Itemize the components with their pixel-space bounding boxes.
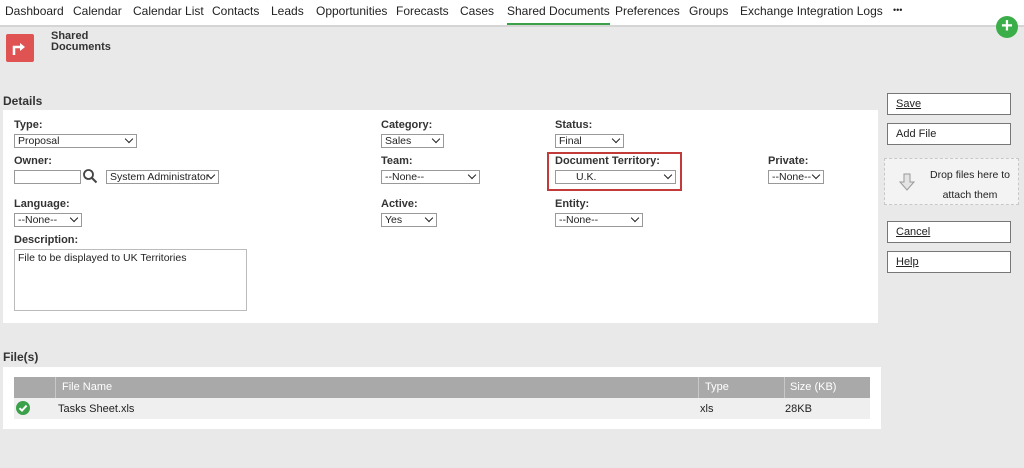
chevron-down-icon	[424, 214, 434, 223]
entity-value: --None--	[559, 214, 599, 226]
category-value: Sales	[385, 135, 412, 147]
private-label: Private:	[768, 155, 809, 167]
owner-input[interactable]	[14, 170, 81, 184]
type-label: Type:	[14, 119, 43, 131]
category-select[interactable]: Sales	[381, 134, 444, 148]
files-table-header: File Name Type Size (KB)	[14, 377, 870, 398]
file-name-cell[interactable]: Tasks Sheet.xls	[58, 403, 134, 415]
chevron-down-icon	[467, 171, 477, 180]
language-value: --None--	[18, 214, 58, 226]
top-navigation: Dashboard Calendar Calendar List Contact…	[0, 0, 1024, 27]
file-type-cell: xls	[700, 403, 714, 415]
add-new-button[interactable]: +	[996, 16, 1018, 38]
team-select[interactable]: --None--	[381, 170, 480, 184]
chevron-down-icon	[630, 214, 640, 223]
entity-select[interactable]: --None--	[555, 213, 643, 227]
language-label: Language:	[14, 198, 70, 210]
nav-calendar-list[interactable]: Calendar List	[133, 4, 204, 18]
owner-user-value: System Administrator	[110, 171, 210, 183]
chevron-down-icon	[811, 171, 821, 180]
column-header-file-name[interactable]: File Name	[62, 381, 112, 393]
active-select[interactable]: Yes	[381, 213, 437, 227]
chevron-down-icon	[124, 135, 134, 144]
entity-label: Entity:	[555, 198, 590, 210]
column-divider	[55, 377, 56, 398]
active-value: Yes	[385, 214, 403, 226]
document-territory-label: Document Territory:	[555, 155, 660, 167]
save-button-label: Save	[896, 98, 922, 110]
cancel-button[interactable]: Cancel	[887, 221, 1011, 243]
team-label: Team:	[381, 155, 413, 167]
nav-groups[interactable]: Groups	[689, 4, 728, 18]
owner-label: Owner:	[14, 155, 52, 167]
nav-opportunities[interactable]: Opportunities	[316, 4, 387, 18]
nav-cases[interactable]: Cases	[460, 4, 494, 18]
chevron-down-icon	[663, 171, 673, 180]
chevron-down-icon	[611, 135, 621, 144]
help-button[interactable]: Help	[887, 251, 1011, 273]
description-label: Description:	[14, 234, 79, 246]
nav-shared-documents[interactable]: Shared Documents	[507, 4, 610, 25]
document-territory-select[interactable]: U.K.	[555, 170, 676, 184]
document-territory-value: U.K.	[576, 171, 597, 183]
file-size-cell: 28KB	[785, 403, 812, 415]
search-icon[interactable]	[82, 168, 98, 184]
nav-forecasts[interactable]: Forecasts	[396, 4, 449, 18]
nav-leads[interactable]: Leads	[271, 4, 304, 18]
column-divider	[784, 377, 785, 398]
chevron-down-icon	[431, 135, 441, 144]
nav-exchange-integration-logs[interactable]: Exchange Integration Logs	[740, 4, 883, 18]
drop-zone-text-line1: Drop files here to	[930, 169, 1010, 181]
category-label: Category:	[381, 119, 433, 131]
active-label: Active:	[381, 198, 418, 210]
description-textarea[interactable]: File to be displayed to UK Territories	[14, 249, 247, 311]
check-circle-icon	[16, 401, 30, 415]
arrow-down-icon	[899, 173, 915, 191]
type-value: Proposal	[18, 135, 60, 147]
add-file-button[interactable]: Add File	[887, 123, 1011, 145]
status-select[interactable]: Final	[555, 134, 624, 148]
status-value: Final	[559, 135, 582, 147]
shared-document-icon	[6, 34, 34, 62]
private-select[interactable]: --None--	[768, 170, 824, 184]
files-section-title: File(s)	[3, 350, 39, 364]
type-select[interactable]: Proposal	[14, 134, 137, 148]
team-value: --None--	[385, 171, 425, 183]
language-select[interactable]: --None--	[14, 213, 82, 227]
page-title-line2: Documents	[51, 41, 111, 53]
page-title: Shared Documents	[51, 31, 121, 53]
column-divider	[698, 377, 699, 398]
drop-zone-text-line2: attach them	[942, 189, 998, 201]
help-button-label: Help	[896, 256, 919, 268]
table-row[interactable]: Tasks Sheet.xls xls 28KB	[14, 398, 870, 419]
drop-zone-text: Drop files here to attach them	[920, 165, 1020, 205]
private-value: --None--	[772, 171, 812, 183]
file-drop-zone[interactable]: Drop files here to attach them	[884, 158, 1019, 205]
nav-preferences[interactable]: Preferences	[615, 4, 680, 18]
save-button[interactable]: Save	[887, 93, 1011, 115]
chevron-down-icon	[69, 214, 79, 223]
column-header-type[interactable]: Type	[705, 381, 729, 393]
details-section-title: Details	[3, 94, 43, 108]
status-label: Status:	[555, 119, 593, 131]
nav-calendar[interactable]: Calendar	[73, 4, 122, 18]
cancel-button-label: Cancel	[896, 226, 931, 238]
nav-contacts[interactable]: Contacts	[212, 4, 259, 18]
nav-more-button[interactable]: •••	[893, 5, 902, 15]
column-header-size[interactable]: Size (KB)	[790, 381, 836, 393]
owner-user-select[interactable]: System Administrator	[106, 170, 219, 184]
nav-dashboard[interactable]: Dashboard	[5, 4, 64, 18]
